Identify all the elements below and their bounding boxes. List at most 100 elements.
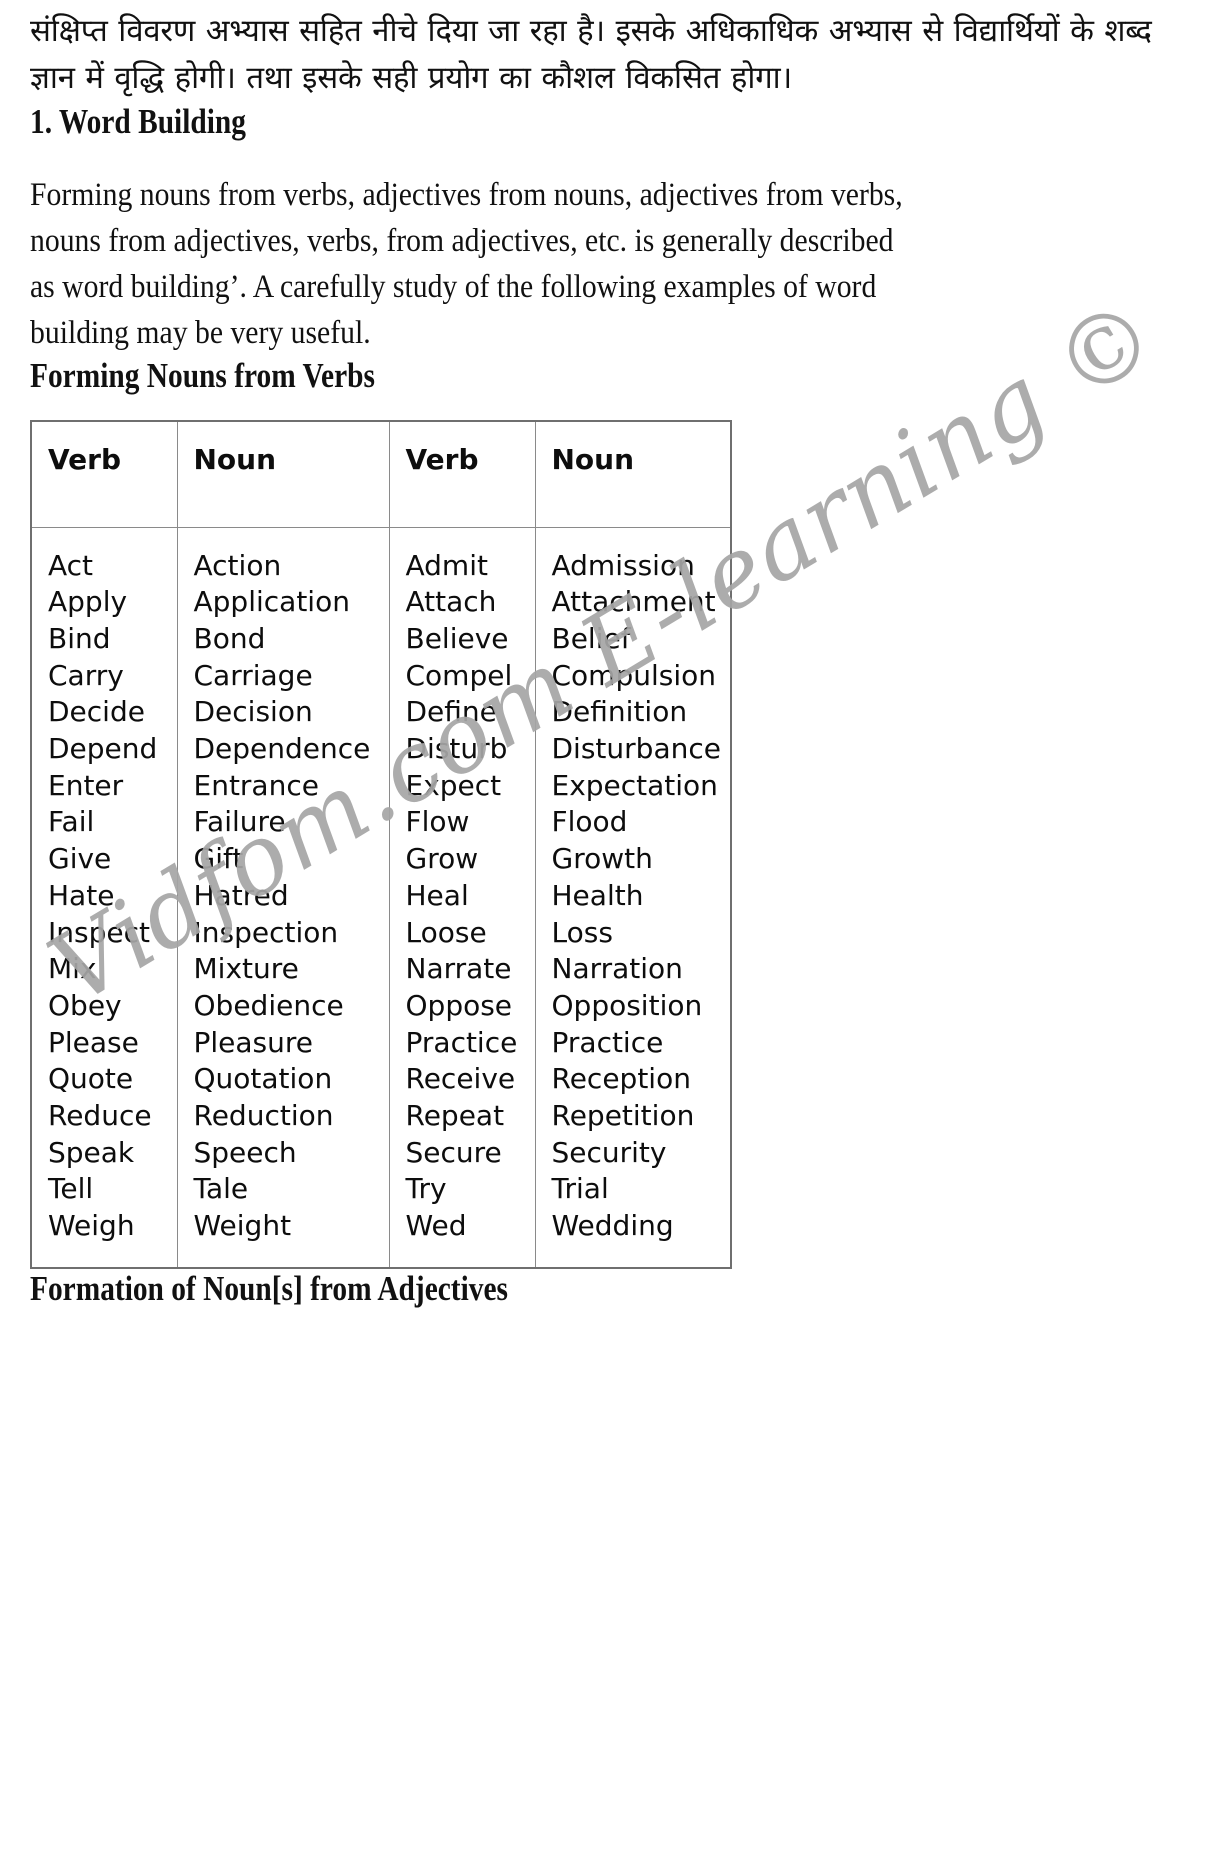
column-header-verb-2: Verb [388, 420, 536, 528]
list-item: Obedience [193, 988, 344, 1022]
list-item: Carry [48, 658, 124, 692]
cell-verb-1: Act Apply Bind Carry Decide Depend Enter Fail Gi… [30, 526, 178, 1269]
list-item: Reception [551, 1062, 691, 1096]
list-item: Opposition [551, 988, 703, 1022]
list-item: Define [405, 695, 497, 729]
list-item: Repetition [551, 1099, 695, 1133]
list-item: Depend [48, 732, 158, 766]
list-item: Trial [551, 1172, 609, 1206]
list-item: Wed [405, 1209, 467, 1243]
list-item: Entrance [193, 768, 319, 802]
list-item: Reduce [48, 1099, 152, 1133]
list-item: Mixture [193, 952, 299, 986]
cell-verb-2: Admit Attach Believe Compel Define Disturb Exp… [388, 526, 536, 1269]
list-item: Inspection [193, 915, 339, 949]
list-item: Mix [48, 952, 97, 986]
hindi-intro-paragraph: संक्षिप्त विवरण अभ्यास सहित नीचे दिया जा… [30, 13, 1152, 96]
list-item: Decide [48, 695, 145, 729]
list-item: Growth [551, 842, 653, 876]
list-item: Loss [551, 915, 613, 949]
list-item: Attachment [551, 585, 716, 619]
list-item: Health [551, 878, 644, 912]
list-item: Decision [193, 695, 313, 729]
list-item: Admission [551, 548, 695, 582]
column-header-noun-1: Noun [176, 420, 390, 528]
list-item: Inspect [48, 915, 150, 949]
list-item: Wedding [551, 1209, 674, 1243]
list-item: Practice [551, 1025, 664, 1059]
table-header: Verb Noun Verb Noun [30, 420, 732, 528]
word-building-table-wrapper: Verb Noun Verb Noun Act Apply Bind Carry Dec… [30, 420, 732, 1269]
list-item: Reduction [193, 1099, 334, 1133]
list-item: Failure [193, 805, 286, 839]
list-item: Oppose [405, 988, 513, 1022]
list-item: Hatred [193, 878, 289, 912]
list-item: Compel [405, 658, 513, 692]
list-item: Pleasure [193, 1025, 314, 1059]
list-item: Apply [48, 585, 128, 619]
list-item: Fail [48, 805, 95, 839]
list-item: Repeat [405, 1099, 505, 1133]
word-list-noun-2: Admission Attachment Belief Compulsion Defin… [552, 548, 731, 1245]
word-list-verb-1: Act Apply Bind Carry Decide Depend Enter Fail Gi… [48, 548, 177, 1245]
list-item: Flood [551, 805, 628, 839]
list-item: Definition [551, 695, 688, 729]
list-item: Secure [405, 1135, 502, 1169]
document-page: संक्षिप्त विवरण अभ्यास सहित नीचे दिया जा… [0, 0, 1211, 1858]
list-item: Speech [193, 1135, 297, 1169]
list-item: Quote [48, 1062, 134, 1096]
list-item: Disturbance [551, 732, 721, 766]
list-item: Expect [405, 768, 502, 802]
list-item: Give [48, 842, 112, 876]
list-item: Flow [405, 805, 470, 839]
body-paragraph: Forming nouns from verbs, adjectives fro… [30, 142, 1020, 356]
heading-forming-nouns-from-verbs: Forming Nouns from Verbs [30, 356, 375, 395]
list-item: Weigh [48, 1209, 135, 1243]
word-list-noun-1: Action Application Bond Carriage Decision Dep… [194, 548, 389, 1245]
list-item: Disturb [405, 732, 508, 766]
list-item: Enter [48, 768, 124, 802]
list-item: Attach [405, 585, 497, 619]
list-item: Compulsion [551, 658, 717, 692]
table-body: Act Apply Bind Carry Decide Depend Enter Fail Gi… [30, 526, 732, 1269]
list-item: Heal [405, 878, 469, 912]
list-item: Weight [193, 1209, 292, 1243]
list-item: Expectation [551, 768, 718, 802]
heading-word-building: 1. Word Building [30, 102, 246, 141]
list-item: Try [405, 1172, 447, 1206]
list-item: Narration [551, 952, 683, 986]
list-item: Carriage [193, 658, 313, 692]
list-item: Practice [405, 1025, 518, 1059]
list-item: Action [193, 548, 282, 582]
list-item: Gift [193, 842, 244, 876]
list-item: Hate [48, 878, 115, 912]
column-header-noun-2: Noun [534, 420, 732, 528]
cell-noun-1: Action Application Bond Carriage Decision Dep… [176, 526, 390, 1269]
body-paragraph-text: Forming nouns from verbs, adjectives fro… [30, 177, 903, 351]
list-item: Quotation [193, 1062, 333, 1096]
list-item: Admit [405, 548, 488, 582]
list-item: Speak [48, 1135, 135, 1169]
list-item: Loose [405, 915, 487, 949]
table-row: Act Apply Bind Carry Decide Depend Enter Fail Gi… [30, 526, 732, 1269]
word-building-table: Verb Noun Verb Noun Act Apply Bind Carry Dec… [30, 420, 732, 1269]
list-item: Act [48, 548, 94, 582]
list-item: Bond [193, 621, 266, 655]
heading-formation-of-nouns-from-adjectives: Formation of Noun[s] from Adjectives [30, 1268, 508, 1308]
list-item: Obey [48, 988, 122, 1022]
list-item: Security [551, 1135, 667, 1169]
word-list-verb-2: Admit Attach Believe Compel Define Disturb Exp… [406, 548, 535, 1245]
list-item: Please [48, 1025, 139, 1059]
list-item: Dependence [193, 732, 371, 766]
cell-noun-2: Admission Attachment Belief Compulsion Defin… [534, 526, 732, 1269]
list-item: Tale [193, 1172, 249, 1206]
list-item: Application [193, 585, 350, 619]
column-header-verb-1: Verb [30, 420, 178, 528]
list-item: Belief [551, 621, 631, 655]
list-item: Bind [48, 621, 111, 655]
list-item: Grow [405, 842, 479, 876]
list-item: Tell [48, 1172, 94, 1206]
list-item: Believe [405, 621, 509, 655]
table-header-row: Verb Noun Verb Noun [30, 420, 732, 528]
list-item: Receive [405, 1062, 516, 1096]
